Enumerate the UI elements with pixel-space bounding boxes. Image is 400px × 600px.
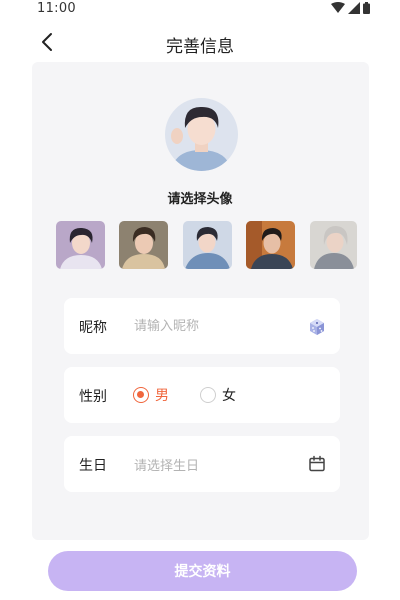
radio-unchecked-icon xyxy=(200,387,216,403)
avatar-option-image xyxy=(246,221,295,269)
avatar-hint: 请选择头像 xyxy=(167,192,233,207)
avatar-option-image xyxy=(56,221,105,269)
avatar-option-5[interactable] xyxy=(310,221,357,269)
nickname-input[interactable] xyxy=(134,315,294,337)
status-bar: 11:00 xyxy=(0,0,400,20)
submit-button[interactable]: 提交资料 xyxy=(48,551,357,591)
selected-avatar[interactable] xyxy=(165,98,238,171)
avatar-option-2[interactable] xyxy=(119,221,168,269)
nickname-row: 昵称 xyxy=(64,298,340,354)
battery-icon xyxy=(363,2,370,14)
avatar-option-image xyxy=(183,221,232,269)
avatar-image xyxy=(165,98,238,171)
signal-icon xyxy=(348,2,360,14)
status-time: 11:00 xyxy=(37,1,76,16)
gender-label: 性别 xyxy=(79,389,107,405)
avatar-option-4[interactable] xyxy=(246,221,295,269)
radio-checked-icon xyxy=(133,387,149,403)
nickname-label: 昵称 xyxy=(79,320,107,336)
avatar-option-3[interactable] xyxy=(183,221,232,269)
status-icons xyxy=(331,2,370,14)
calendar-icon[interactable] xyxy=(308,455,326,473)
birthday-picker[interactable]: 请选择生日 xyxy=(134,455,199,474)
nav-bar: 完善信息 xyxy=(0,26,400,58)
birthday-label: 生日 xyxy=(79,458,107,474)
gender-row: 性别 男 女 xyxy=(64,367,340,423)
avatar-option-1[interactable] xyxy=(56,221,105,269)
gender-option-label: 男 xyxy=(155,388,169,404)
gender-option-label: 女 xyxy=(222,388,236,404)
wifi-icon xyxy=(331,2,345,13)
avatar-option-image xyxy=(119,221,168,269)
birthday-row[interactable]: 生日 请选择生日 xyxy=(64,436,340,492)
page-title: 完善信息 xyxy=(166,37,234,57)
dice-icon[interactable] xyxy=(308,318,326,336)
avatar-option-image xyxy=(310,221,357,269)
gender-option-male[interactable]: 男 xyxy=(133,385,169,405)
gender-option-female[interactable]: 女 xyxy=(200,385,236,405)
